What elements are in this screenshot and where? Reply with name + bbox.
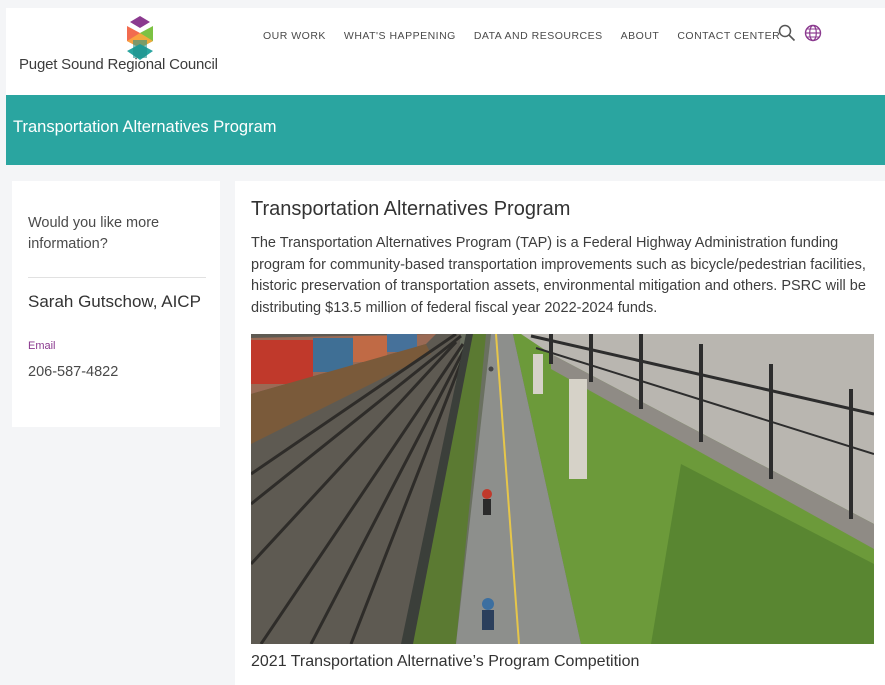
nav-icons — [778, 24, 822, 42]
contact-phone: 206-587-4822 — [28, 364, 119, 380]
more-info-question: Would you like more information? — [28, 215, 160, 252]
logo-text[interactable]: Puget Sound Regional Council — [19, 56, 218, 73]
email-link[interactable]: Email — [28, 340, 56, 352]
contact-name: Sarah Gutschow, AICP — [28, 292, 201, 311]
globe-icon[interactable] — [804, 24, 822, 42]
program-description: The Transportation Alternatives Program … — [251, 235, 866, 316]
sidebar-divider — [28, 277, 206, 278]
page-title: Transportation Alternatives Program — [251, 198, 571, 220]
main-nav: OUR WORK WHAT'S HAPPENING DATA AND RESOU… — [263, 30, 798, 42]
main-content: Transportation Alternatives Program The … — [235, 181, 885, 685]
banner-title: Transportation Alternatives Program — [13, 118, 277, 136]
photo-caption[interactable]: 2021 Transportation Alternative’s Progra… — [251, 653, 639, 671]
nav-data-and-resources[interactable]: DATA AND RESOURCES — [474, 30, 603, 42]
search-icon[interactable] — [778, 24, 796, 42]
nav-whats-happening[interactable]: WHAT'S HAPPENING — [344, 30, 456, 42]
nav-about[interactable]: ABOUT — [621, 30, 660, 42]
site-header: Puget Sound Regional Council OUR WORK WH… — [6, 8, 885, 95]
trail-photo — [251, 334, 874, 644]
nav-our-work[interactable]: OUR WORK — [263, 30, 326, 42]
contact-sidebar: Would you like more information? Sarah G… — [12, 181, 220, 427]
page-banner: Transportation Alternatives Program — [6, 95, 885, 165]
nav-contact-center[interactable]: CONTACT CENTER — [677, 30, 780, 42]
